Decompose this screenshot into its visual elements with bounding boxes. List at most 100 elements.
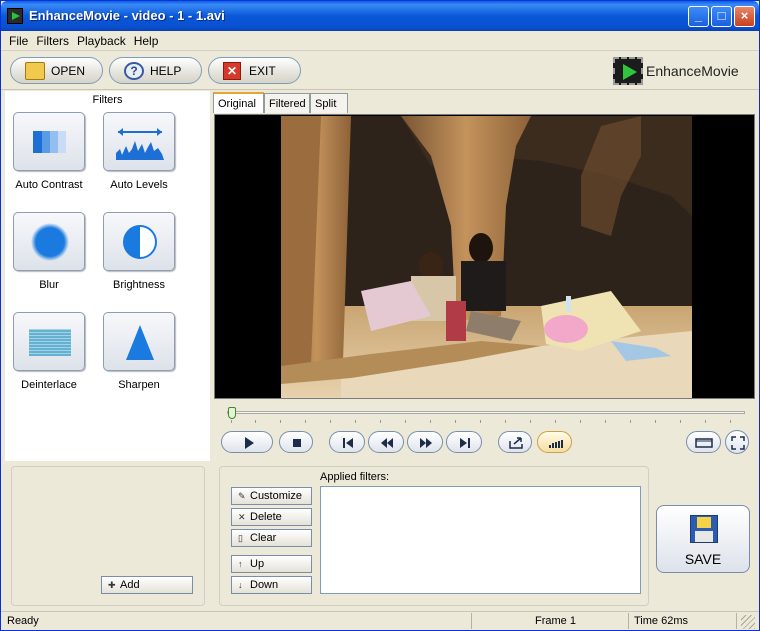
- aspect-ratio-button[interactable]: [686, 431, 721, 453]
- sharpen-button[interactable]: [103, 312, 175, 371]
- status-separator: [628, 613, 629, 629]
- help-button[interactable]: ? HELP: [109, 57, 202, 84]
- seek-tick: [305, 420, 306, 423]
- brightness-icon: [123, 225, 157, 259]
- exit-label: EXIT: [249, 64, 276, 78]
- fast-forward-icon: [420, 438, 432, 448]
- seek-bar[interactable]: [227, 405, 747, 423]
- time-readout: Time 62ms: [634, 615, 688, 627]
- auto-contrast-label: Auto Contrast: [15, 179, 83, 191]
- menu-bar: File Filters Playback Help: [1, 31, 759, 51]
- brand: EnhanceMovie: [613, 56, 753, 86]
- plus-icon: ✚: [108, 580, 116, 590]
- fast-forward-button[interactable]: [407, 431, 443, 453]
- minimize-button[interactable]: _: [688, 6, 709, 27]
- down-label: Down: [250, 579, 279, 591]
- deinterlace-icon: [29, 329, 71, 356]
- auto-levels-icon: [116, 128, 164, 160]
- blur-label: Blur: [39, 279, 59, 291]
- status-bar: Ready Frame 1 Time 62ms: [1, 611, 759, 630]
- volume-button[interactable]: [537, 431, 572, 453]
- seek-tick: [380, 420, 381, 423]
- deinterlace-button[interactable]: [13, 312, 85, 371]
- applied-filters-list[interactable]: [320, 486, 641, 594]
- rewind-button[interactable]: [368, 431, 404, 453]
- seek-tick: [530, 420, 531, 423]
- filter-options-panel: ✚ Add: [11, 466, 205, 606]
- deinterlace-label: Deinterlace: [21, 379, 77, 391]
- fullscreen-button[interactable]: [725, 430, 749, 454]
- export-icon: [509, 437, 523, 449]
- fullscreen-icon: [731, 436, 745, 450]
- add-label: Add: [120, 579, 140, 591]
- play-icon: [245, 437, 254, 449]
- rewind-icon: [381, 438, 393, 448]
- exit-button[interactable]: ✕ EXIT: [208, 57, 301, 84]
- seek-tick: [455, 420, 456, 423]
- seek-thumb[interactable]: [228, 407, 236, 419]
- filters-panel: Filters Auto Contrast Auto Levels Blur B…: [5, 91, 210, 461]
- close-button[interactable]: ×: [734, 6, 755, 27]
- customize-button[interactable]: ✎ Customize: [231, 487, 312, 505]
- menu-playback[interactable]: Playback: [69, 31, 126, 48]
- arrow-up-icon: ↑: [238, 559, 243, 569]
- auto-contrast-icon: [33, 131, 66, 153]
- blur-button[interactable]: [13, 212, 85, 271]
- tab-split[interactable]: Split: [310, 93, 348, 113]
- arrow-down-icon: ↓: [238, 580, 243, 590]
- seek-tick: [355, 420, 356, 423]
- video-frame-image: [281, 116, 692, 398]
- resize-grip[interactable]: [741, 615, 755, 629]
- skip-end-icon: [460, 438, 470, 448]
- tab-filtered[interactable]: Filtered: [264, 93, 310, 113]
- seek-track: [227, 411, 745, 414]
- export-frame-button[interactable]: [498, 431, 532, 453]
- app-icon: [7, 8, 23, 24]
- delete-button[interactable]: ✕ Delete: [231, 508, 312, 526]
- stop-button[interactable]: [279, 431, 313, 453]
- seek-tick: [405, 420, 406, 423]
- status-separator: [736, 613, 737, 629]
- video-viewport[interactable]: [214, 114, 755, 399]
- folder-open-icon: [25, 62, 45, 80]
- sharpen-icon: [126, 325, 154, 360]
- title-bar[interactable]: EnhanceMovie - video - 1 - 1.avi _ □ ×: [1, 1, 759, 31]
- status-text: Ready: [7, 615, 39, 627]
- filters-header: Filters: [92, 94, 123, 106]
- seek-tick: [280, 420, 281, 423]
- auto-contrast-button[interactable]: [13, 112, 85, 171]
- customize-label: Customize: [250, 490, 302, 502]
- first-frame-button[interactable]: [329, 431, 365, 453]
- help-label: HELP: [150, 64, 182, 78]
- seek-tick: [430, 420, 431, 423]
- seek-tick: [680, 420, 681, 423]
- add-filter-button[interactable]: ✚ Add: [101, 576, 193, 594]
- last-frame-button[interactable]: [446, 431, 482, 453]
- move-up-button[interactable]: ↑ Up: [231, 555, 312, 573]
- menu-filters[interactable]: Filters: [28, 31, 69, 48]
- open-button[interactable]: OPEN: [10, 57, 103, 84]
- page-icon: ▯: [238, 533, 243, 543]
- applied-filters-label: Applied filters:: [320, 471, 390, 483]
- open-label: OPEN: [51, 64, 86, 78]
- menu-help[interactable]: Help: [126, 31, 159, 48]
- pencil-icon: ✎: [238, 491, 246, 501]
- clear-button[interactable]: ▯ Clear: [231, 529, 312, 547]
- seek-tick: [330, 420, 331, 423]
- save-label: SAVE: [684, 551, 722, 567]
- maximize-button[interactable]: □: [711, 6, 732, 27]
- tab-original[interactable]: Original: [213, 92, 264, 113]
- window-title: EnhanceMovie - video - 1 - 1.avi: [29, 8, 225, 23]
- play-button[interactable]: [221, 431, 273, 453]
- save-button[interactable]: SAVE: [656, 505, 750, 573]
- seek-tick: [505, 420, 506, 423]
- seek-tick: [630, 420, 631, 423]
- brand-name: EnhanceMovie: [646, 63, 739, 79]
- menu-file[interactable]: File: [1, 31, 28, 48]
- auto-levels-button[interactable]: [103, 112, 175, 171]
- move-down-button[interactable]: ↓ Down: [231, 576, 312, 594]
- auto-levels-label: Auto Levels: [110, 179, 168, 191]
- video-frame: [281, 116, 692, 398]
- stop-icon: [293, 439, 301, 447]
- brightness-button[interactable]: [103, 212, 175, 271]
